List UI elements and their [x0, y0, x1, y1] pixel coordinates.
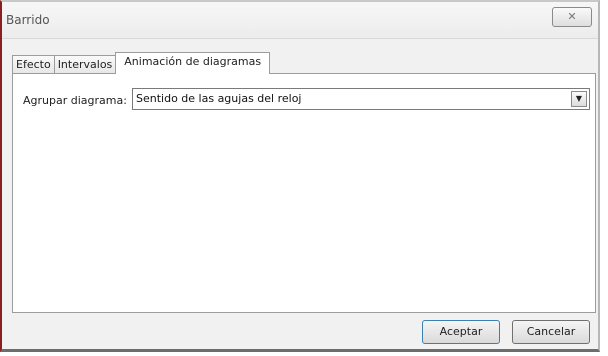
tab-animacion-diagramas[interactable]: Animación de diagramas [115, 52, 271, 74]
cancel-button[interactable]: Cancelar [512, 320, 590, 344]
tab-efecto[interactable]: Efecto [12, 55, 55, 74]
tab-intervalos[interactable]: Intervalos [53, 55, 117, 74]
tab-panel: Agrupar diagrama: Sentido de las agujas … [12, 73, 596, 313]
group-diagram-select[interactable]: Sentido de las agujas del reloj ▼ [132, 88, 590, 110]
dropdown-arrow-icon[interactable]: ▼ [571, 91, 587, 107]
group-diagram-value: Sentido de las agujas del reloj [136, 92, 302, 105]
dialog-window: Barrido ✕ Efecto Intervalos Animación de… [0, 0, 600, 352]
title-bar: Barrido ✕ [2, 2, 598, 39]
close-button[interactable]: ✕ [552, 7, 592, 27]
tab-strip: Efecto Intervalos Animación de diagramas [12, 52, 271, 74]
accept-button[interactable]: Aceptar [422, 320, 500, 344]
close-icon: ✕ [567, 10, 577, 23]
group-diagram-label: Agrupar diagrama: [23, 94, 127, 107]
window-title: Barrido [6, 13, 50, 27]
